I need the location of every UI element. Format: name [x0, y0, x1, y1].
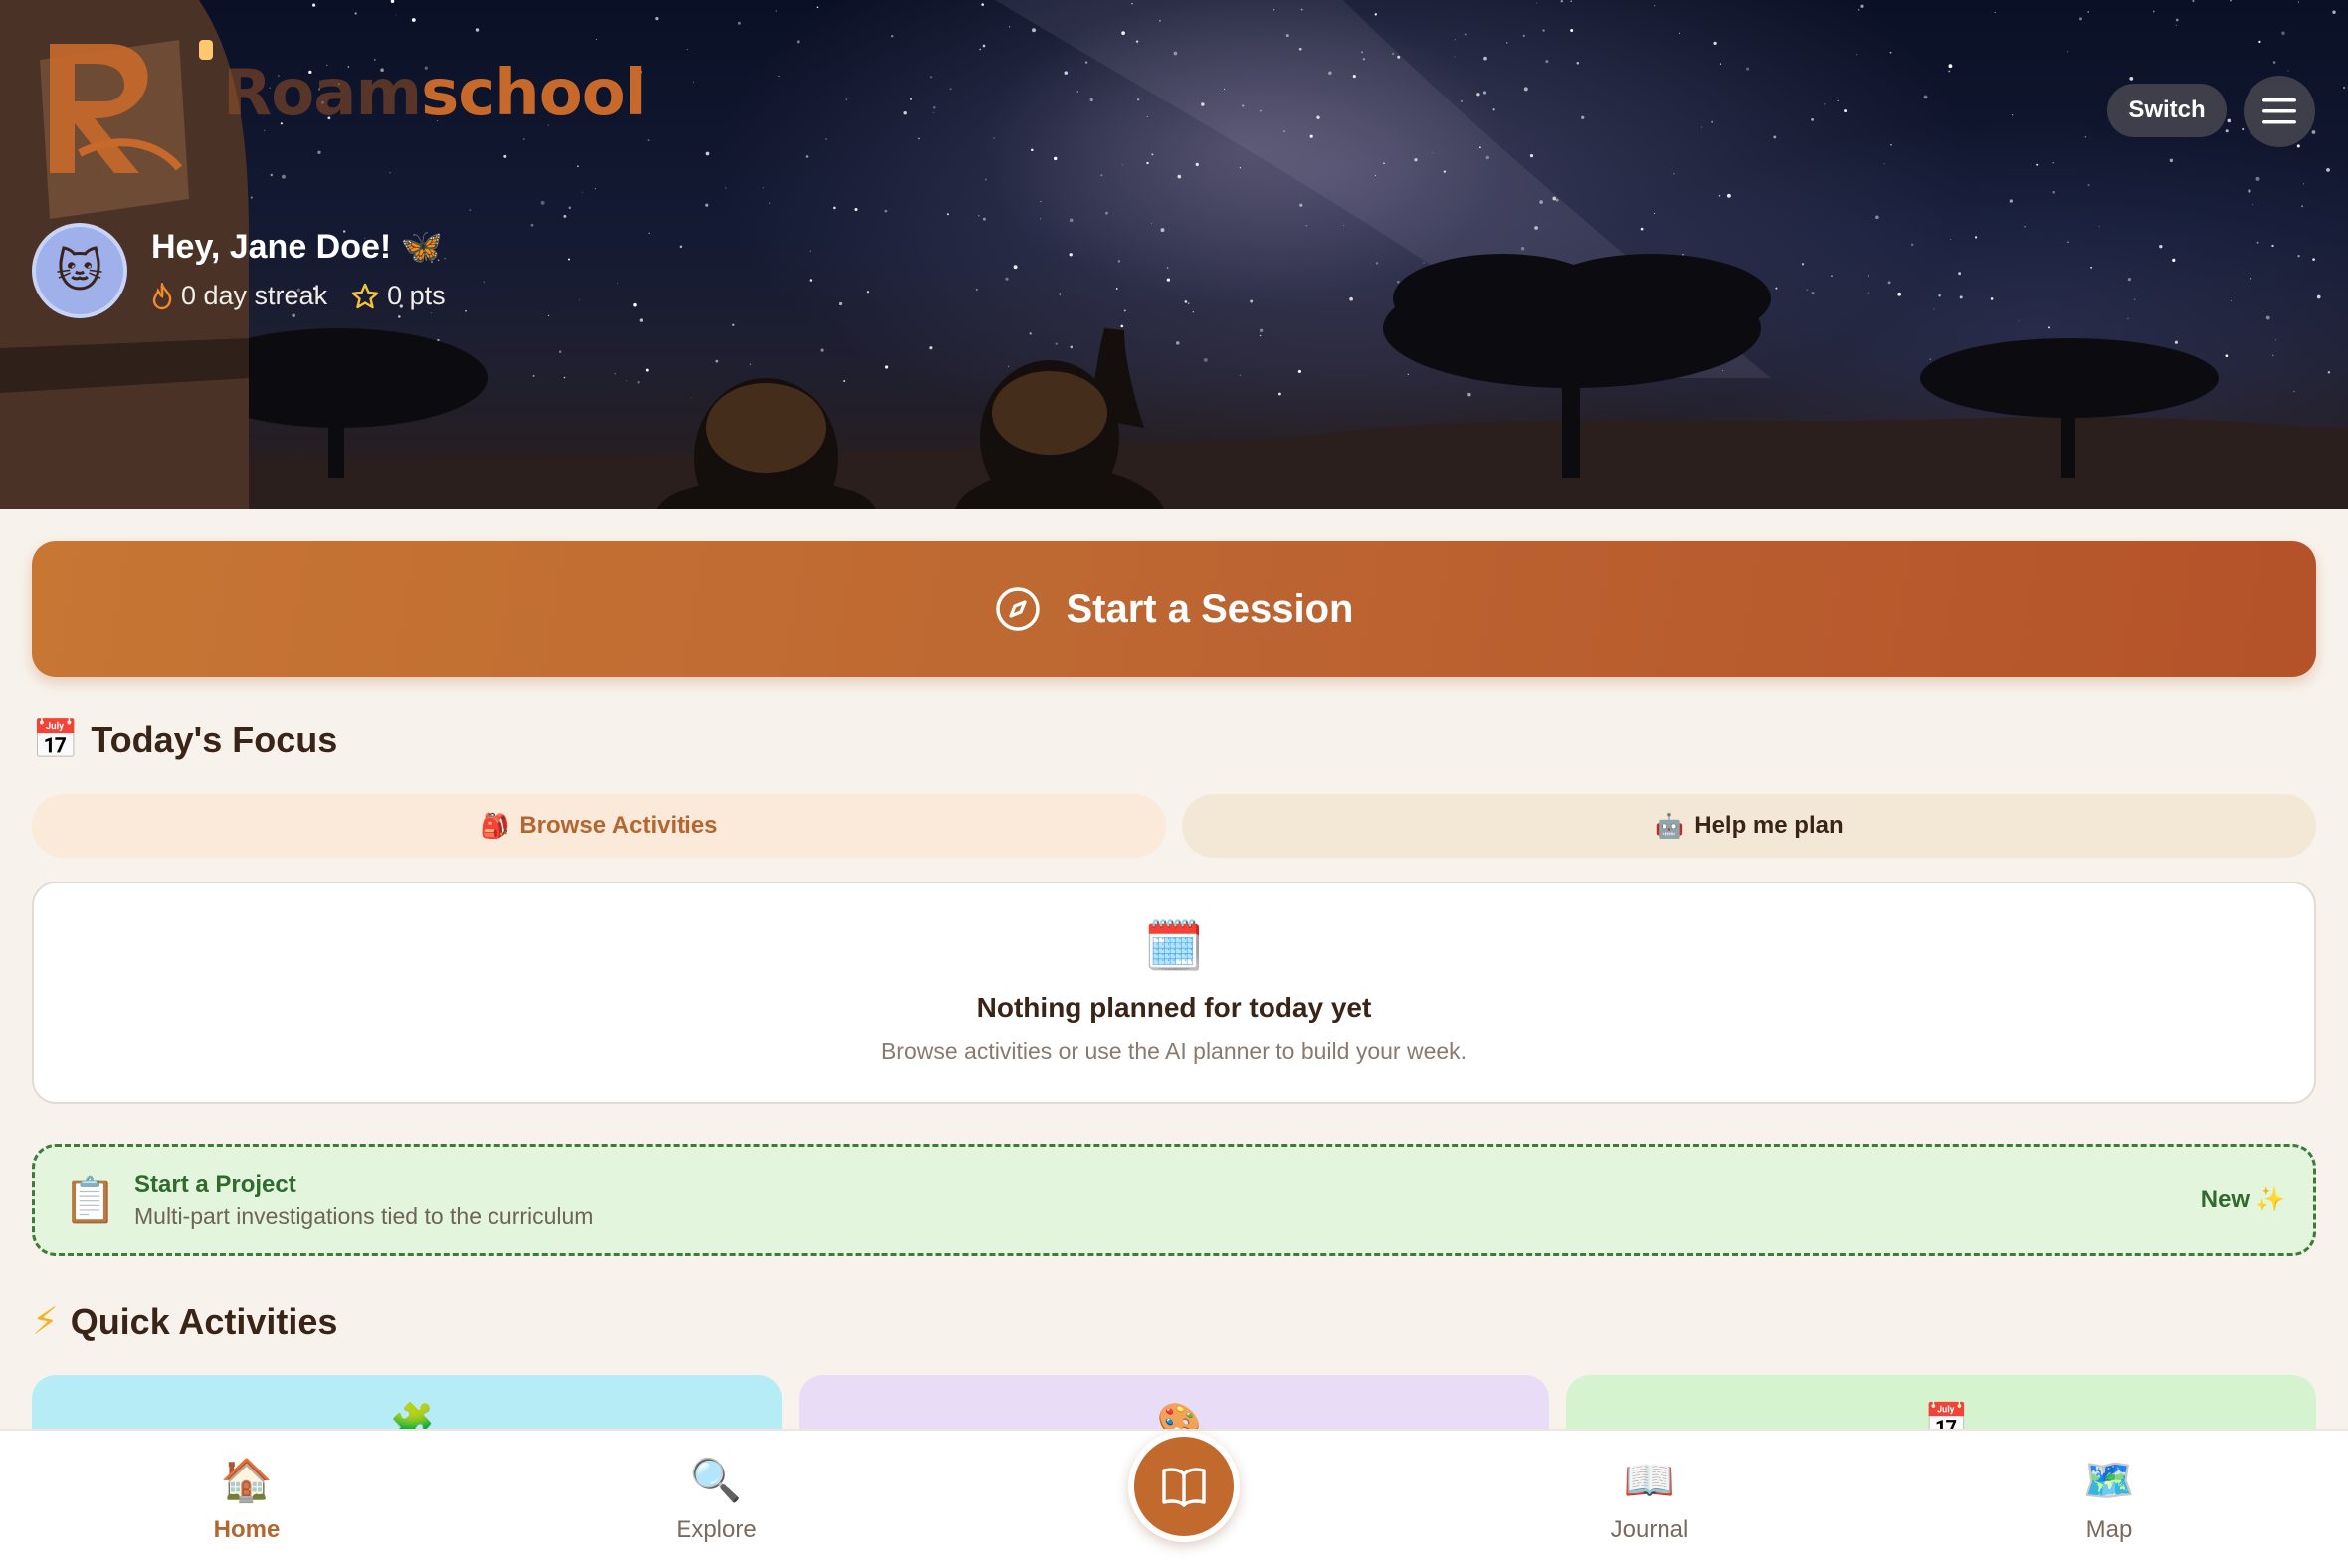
user-stats: 0 day streak 0 pts: [151, 281, 470, 311]
start-project-text: Start a Project Multi-part investigation…: [134, 1171, 593, 1230]
nav-item-home[interactable]: 🏠 Home: [147, 1457, 346, 1544]
start-session-label: Start a Session: [1066, 586, 1354, 631]
new-badge-label: New: [2200, 1186, 2250, 1213]
sparkles-icon: ✨: [2255, 1186, 2285, 1213]
empty-plan-card: 🗓️ Nothing planned for today yet Browse …: [32, 882, 2316, 1104]
star-icon: [351, 283, 379, 310]
streak-label: 0 day streak: [181, 281, 328, 310]
streak-stat: 0 day streak: [151, 281, 327, 311]
help-me-plan-label: Help me plan: [1694, 812, 1844, 839]
help-me-plan-button[interactable]: 🤖 Help me plan: [1182, 794, 2316, 858]
spiral-calendar-icon: 🗓️: [1144, 920, 1204, 973]
new-badge: New ✨: [2201, 1185, 2285, 1214]
open-book-icon: 📖: [1623, 1457, 1676, 1503]
points-label: 0 pts: [387, 281, 446, 310]
book-icon: [1162, 1468, 1206, 1507]
empty-plan-subtitle: Browse activities or use the AI planner …: [880, 1038, 1468, 1064]
world-map-icon: 🗺️: [2082, 1457, 2136, 1503]
app-root: Roamschool Switch 🐱 Hey, Jane Doe! 🦋 0 d…: [0, 0, 2348, 1568]
quick-activity-cards: 🧩 🎨 📅: [32, 1375, 2316, 1455]
nav-home-label: Home: [213, 1516, 281, 1543]
menu-button[interactable]: [2244, 76, 2315, 147]
browse-activities-button[interactable]: 🎒 Browse Activities: [32, 794, 1166, 858]
lightning-icon: ⚡: [32, 1301, 59, 1343]
start-project-subtitle: Multi-part investigations tied to the cu…: [134, 1202, 594, 1229]
nav-journal-label: Journal: [1610, 1516, 1689, 1543]
avatar-emoji: 🐱: [56, 245, 103, 296]
greeting-text: Hey, Jane Doe! 🦋: [151, 228, 444, 266]
browse-activities-label: Browse Activities: [519, 812, 718, 839]
empty-plan-title: Nothing planned for today yet: [976, 992, 1372, 1023]
nav-map-label: Map: [2085, 1516, 2133, 1543]
start-project-title: Start a Project: [134, 1170, 296, 1198]
nav-item-explore[interactable]: 🔍 Explore: [617, 1457, 816, 1544]
avatar[interactable]: 🐱: [32, 223, 127, 318]
app-logo[interactable]: Roamschool: [40, 34, 647, 183]
todays-focus-title: Today's Focus: [91, 719, 338, 760]
house-icon: 🏠: [220, 1457, 274, 1503]
quick-activities-heading: ⚡ Quick Activities: [32, 1299, 337, 1344]
nav-item-journal[interactable]: 📖 Journal: [1550, 1457, 1749, 1544]
compass-icon: [996, 587, 1041, 631]
points-stat: 0 pts: [351, 281, 446, 311]
hamburger-icon: [2262, 98, 2296, 124]
start-project-card[interactable]: 📋 Start a Project Multi-part investigati…: [32, 1144, 2316, 1256]
clipboard-icon: 📋: [63, 1176, 117, 1225]
app-logo-text: Roamschool: [223, 57, 647, 130]
center-learn-button[interactable]: [1128, 1431, 1240, 1542]
todays-focus-heading: 📅 Today's Focus: [32, 718, 337, 762]
hero-banner: Roamschool Switch 🐱 Hey, Jane Doe! 🦋 0 d…: [0, 0, 2348, 509]
flame-icon: [151, 282, 173, 310]
backpack-icon: 🎒: [480, 812, 510, 840]
calendar-icon: 📅: [32, 719, 80, 761]
robot-icon: 🤖: [1655, 812, 1685, 840]
nav-item-map[interactable]: 🗺️ Map: [2010, 1457, 2209, 1544]
quick-activities-title: Quick Activities: [70, 1300, 338, 1342]
magnifier-icon: 🔍: [689, 1457, 743, 1503]
roamschool-logo-icon: [50, 44, 183, 173]
nav-explore-label: Explore: [676, 1516, 757, 1543]
switch-profile-button[interactable]: Switch: [2107, 84, 2227, 137]
start-session-button[interactable]: Start a Session: [32, 541, 2316, 677]
